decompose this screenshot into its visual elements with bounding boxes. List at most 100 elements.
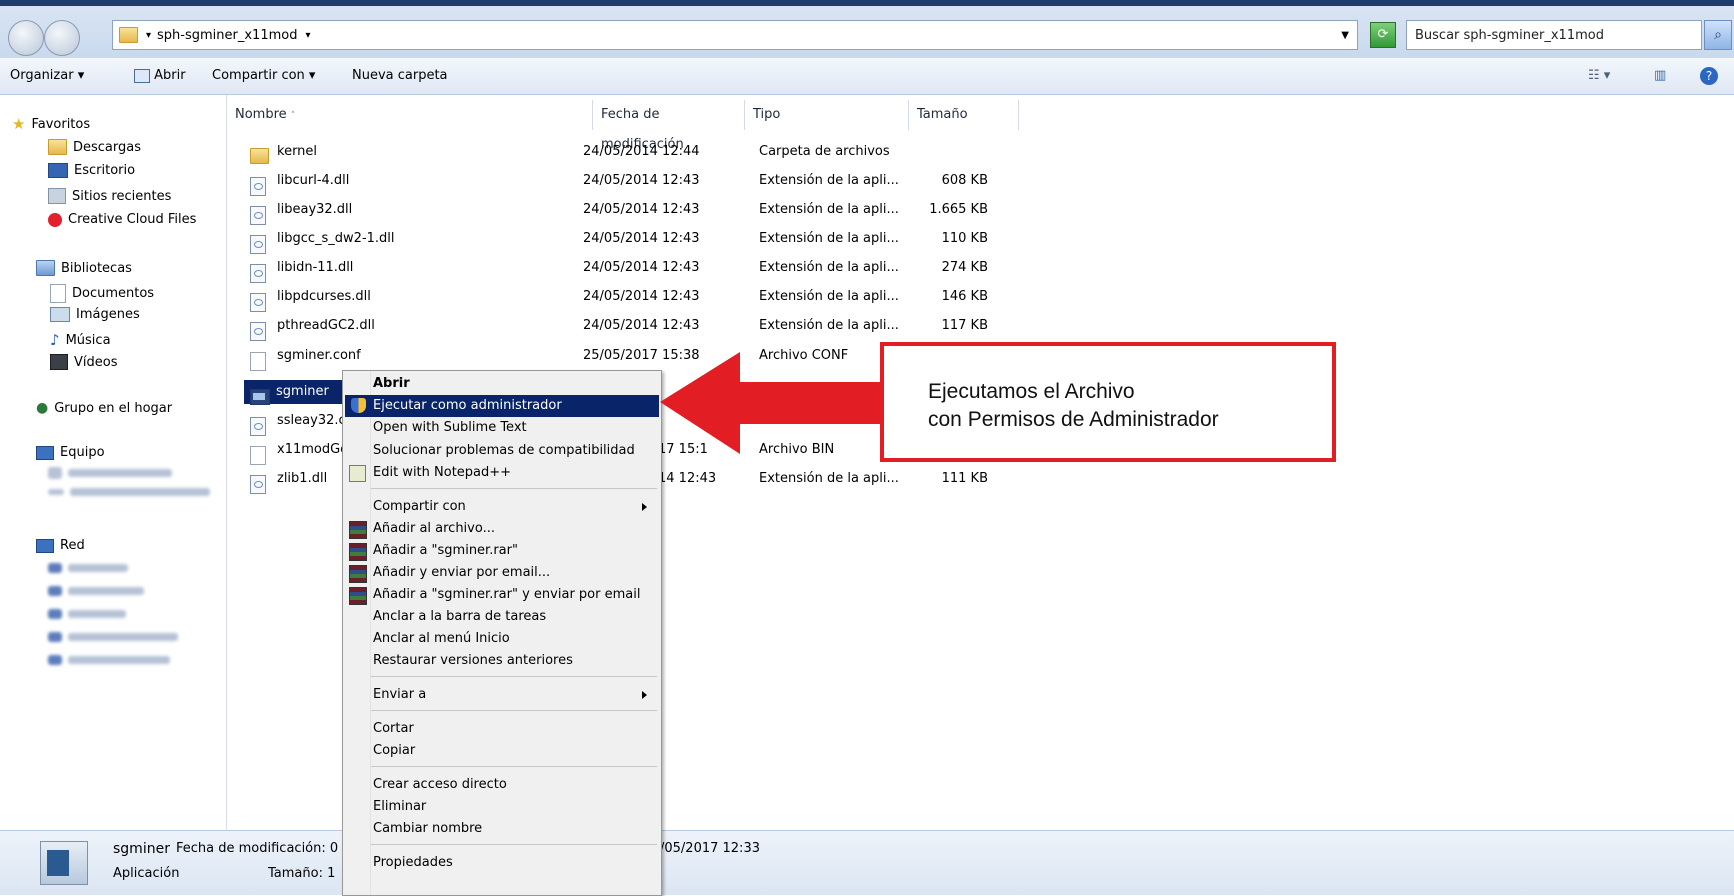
nav-blurred-pc[interactable]	[48, 655, 170, 665]
share-label: Compartir con	[212, 68, 305, 83]
menu-item-troubleshoot[interactable]: Solucionar problemas de compatibilidad	[373, 440, 657, 462]
file-row[interactable]: libgcc_s_dw2-1.dll 24/05/2014 12:43 Exte…	[250, 227, 1050, 254]
address-field[interactable]: ▾ sph-sgminer_x11mod ▾ ▼	[112, 20, 1358, 50]
nav-blurred-drive[interactable]	[48, 488, 210, 496]
annotation-line-1: Ejecutamos el Archivo	[928, 380, 1135, 403]
menu-item-share-with[interactable]: Compartir con	[373, 496, 657, 518]
search-icon[interactable]: ⌕	[1704, 20, 1732, 50]
nav-network[interactable]: Red	[36, 538, 85, 553]
menu-item-add-rar[interactable]: Añadir a "sgminer.rar"	[349, 540, 657, 562]
file-row-selected[interactable]: sgminer	[244, 380, 344, 405]
file-row[interactable]: libidn-11.dll 24/05/2014 12:43 Extensión…	[250, 256, 1050, 283]
file-date: 24/05/2014 12:43	[583, 231, 700, 246]
menu-item-add-email[interactable]: Añadir y enviar por email...	[349, 562, 657, 584]
menu-item-rename[interactable]: Cambiar nombre	[373, 818, 657, 840]
details-created: /05/2017 12:33	[660, 841, 760, 856]
folder-icon	[119, 27, 138, 43]
winrar-icon	[349, 543, 367, 561]
pc-icon	[48, 609, 62, 619]
menu-item-delete[interactable]: Eliminar	[373, 796, 657, 818]
blurred-label	[68, 469, 172, 477]
column-size[interactable]: Tamaño	[909, 100, 1019, 130]
menu-item-properties[interactable]: Propiedades	[373, 852, 657, 874]
organize-button[interactable]: Organizar ▾	[10, 68, 84, 83]
nav-blurred-pc[interactable]	[48, 609, 126, 619]
menu-item-pin-taskbar[interactable]: Anclar a la barra de tareas	[373, 606, 657, 628]
menu-item-cut[interactable]: Cortar	[373, 718, 657, 740]
nav-blurred-drive[interactable]	[48, 467, 172, 479]
nav-item-recent[interactable]: Sitios recientes	[48, 188, 171, 204]
nav-item-pictures[interactable]: Imágenes	[50, 307, 140, 322]
address-bar-area: ▾ sph-sgminer_x11mod ▾ ▼ ⟳ Buscar sph-sg…	[0, 0, 1734, 59]
file-row[interactable]: libpdcurses.dll 24/05/2014 12:43 Extensi…	[250, 285, 1050, 312]
arrow-shape	[660, 352, 885, 454]
share-button[interactable]: Compartir con ▾	[212, 68, 315, 83]
menu-item-open[interactable]: Abrir	[373, 373, 657, 395]
nav-item-downloads[interactable]: Descargas	[48, 139, 141, 155]
menu-item-add-rar-email[interactable]: Añadir a "sgminer.rar" y enviar por emai…	[349, 584, 657, 606]
file-row[interactable]: kernel 24/05/2014 12:44 Carpeta de archi…	[250, 140, 1050, 164]
breadcrumb-path[interactable]: sph-sgminer_x11mod	[157, 28, 297, 43]
nav-homegroup[interactable]: ● Grupo en el hogar	[36, 400, 172, 416]
file-type: Extensión de la apli...	[759, 231, 899, 246]
downloads-icon	[48, 139, 67, 155]
refresh-icon[interactable]: ⟳	[1370, 22, 1396, 48]
menu-item-run-as-admin[interactable]: Ejecutar como administrador	[345, 395, 659, 417]
nav-item-desktop[interactable]: Escritorio	[48, 163, 135, 178]
view-options-icon[interactable]: ☷ ▾	[1588, 68, 1610, 83]
back-button[interactable]	[8, 20, 44, 56]
menu-item-restore-versions[interactable]: Restaurar versiones anteriores	[373, 650, 657, 672]
history-dropdown-icon[interactable]: ▼	[1341, 30, 1349, 41]
menu-item-label: Ejecutar como administrador	[373, 398, 562, 413]
blurred-label	[68, 564, 128, 572]
menu-item-notepad-plus[interactable]: Edit with Notepad++	[349, 462, 657, 484]
menu-item-send-to[interactable]: Enviar a	[373, 684, 657, 706]
forward-button[interactable]	[44, 20, 80, 56]
breadcrumb-arrow-icon[interactable]: ▾	[146, 30, 151, 41]
shield-icon	[351, 398, 366, 413]
file-name: zlib1.dll	[277, 471, 328, 486]
videos-icon	[50, 354, 68, 370]
file-row[interactable]: pthreadGC2.dll 24/05/2014 12:43 Extensió…	[250, 314, 1050, 341]
menu-item-label: Edit with Notepad++	[373, 465, 512, 480]
nav-label: Grupo en el hogar	[54, 400, 173, 416]
annotation-line-2: con Permisos de Administrador	[928, 408, 1219, 431]
nav-item-documents[interactable]: Documentos	[50, 284, 154, 303]
nav-blurred-pc[interactable]	[48, 586, 144, 596]
nav-blurred-pc[interactable]	[48, 563, 128, 573]
column-header-row: Nombre ˄ Fecha de modificación Tipo Tama…	[227, 100, 1734, 152]
menu-item-sublime[interactable]: Open with Sublime Text	[373, 417, 657, 439]
search-input[interactable]: Buscar sph-sgminer_x11mod	[1406, 20, 1702, 50]
nav-item-music[interactable]: ♪ Música	[50, 331, 111, 349]
nav-label: Bibliotecas	[61, 260, 132, 276]
menu-item-copy[interactable]: Copiar	[373, 740, 657, 762]
column-date[interactable]: Fecha de modificación	[593, 100, 745, 152]
nav-favorites[interactable]: ★ Favoritos	[12, 115, 90, 133]
notepad-plus-icon	[349, 465, 366, 482]
new-folder-button[interactable]: Nueva carpeta	[352, 68, 448, 83]
column-name[interactable]: Nombre ˄	[227, 100, 593, 130]
help-icon[interactable]: ?	[1700, 67, 1718, 85]
column-type[interactable]: Tipo	[745, 100, 909, 130]
preview-pane-icon[interactable]: ▥	[1654, 68, 1666, 83]
nav-computer[interactable]: Equipo	[36, 445, 105, 460]
file-row[interactable]: libcurl-4.dll 24/05/2014 12:43 Extensión…	[250, 169, 1050, 196]
nav-item-creative-cloud[interactable]: Creative Cloud Files	[48, 212, 196, 227]
file-date: 24/05/2014 12:43	[583, 289, 700, 304]
nav-libraries[interactable]: Bibliotecas	[36, 260, 132, 276]
application-icon	[40, 841, 88, 885]
file-size: 111 KB	[941, 471, 988, 486]
chevron-down-icon[interactable]: ▾	[305, 30, 310, 41]
nav-label: Documentos	[72, 286, 155, 301]
menu-item-add-archive[interactable]: Añadir al archivo...	[349, 518, 657, 540]
open-button[interactable]: Abrir	[134, 68, 186, 83]
winrar-icon	[349, 565, 367, 583]
menu-item-pin-start[interactable]: Anclar al menú Inicio	[373, 628, 657, 650]
file-row[interactable]: libeay32.dll 24/05/2014 12:43 Extensión …	[250, 198, 1050, 225]
nav-item-videos[interactable]: Vídeos	[50, 354, 117, 370]
annotation-callout: Ejecutamos el Archivo con Permisos de Ad…	[880, 342, 1336, 462]
details-file-name: sgminer	[113, 841, 170, 857]
nav-blurred-pc[interactable]	[48, 632, 178, 642]
menu-item-create-shortcut[interactable]: Crear acceso directo	[373, 774, 657, 796]
libraries-icon	[36, 260, 55, 276]
